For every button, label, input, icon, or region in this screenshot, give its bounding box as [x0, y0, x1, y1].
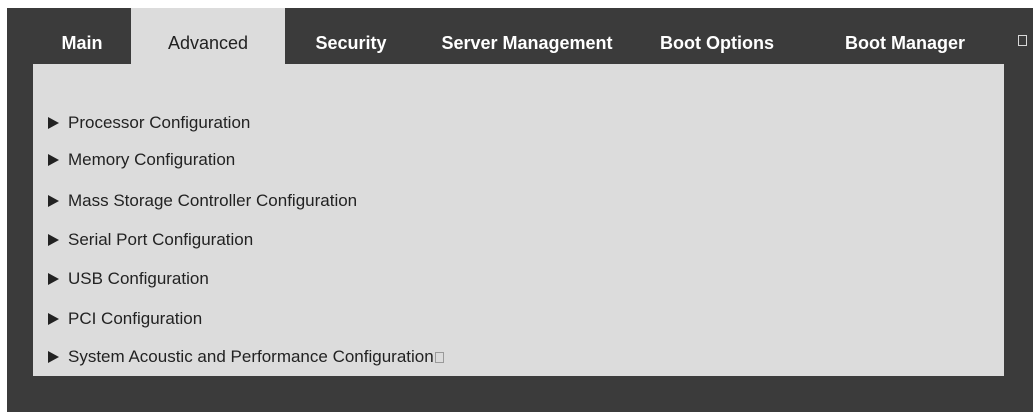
advanced-menu-panel: Processor Configuration Memory Configura… [33, 64, 1004, 376]
triangle-right-icon [48, 351, 59, 363]
box-icon [434, 352, 444, 363]
tab-server-management[interactable]: Server Management [429, 8, 625, 64]
tab-boot-manager[interactable]: Boot Manager [833, 8, 977, 64]
bios-setup-screen: Main Advanced Security Server Management… [7, 8, 1033, 412]
menu-item-pci-configuration[interactable]: PCI Configuration [48, 304, 202, 334]
tab-advanced[interactable]: Advanced [131, 8, 285, 64]
menu-item-label: System Acoustic and Performance Configur… [68, 347, 434, 366]
menu-item-memory-configuration[interactable]: Memory Configuration [48, 145, 235, 175]
triangle-right-icon [48, 313, 59, 325]
triangle-right-icon [48, 154, 59, 166]
triangle-right-icon [48, 273, 59, 285]
menu-item-usb-configuration[interactable]: USB Configuration [48, 264, 209, 294]
tab-bar: Main Advanced Security Server Management… [7, 8, 1033, 64]
menu-item-serial-port-configuration[interactable]: Serial Port Configuration [48, 225, 253, 255]
tab-boot-options[interactable]: Boot Options [650, 8, 784, 64]
triangle-right-icon [48, 234, 59, 246]
menu-item-label: Mass Storage Controller Configuration [68, 191, 358, 210]
tab-security[interactable]: Security [300, 8, 402, 64]
box-icon [1018, 35, 1027, 46]
menu-item-system-acoustic-and-performance-configuration[interactable]: System Acoustic and Performance Configur… [48, 342, 444, 372]
triangle-right-icon [48, 195, 59, 207]
menu-item-label: PCI Configuration [68, 309, 203, 328]
triangle-right-icon [48, 117, 59, 129]
menu-item-processor-configuration[interactable]: Processor Configuration [48, 108, 250, 138]
menu-item-label: Serial Port Configuration [68, 230, 254, 249]
menu-item-label: Memory Configuration [68, 150, 236, 169]
menu-item-label: USB Configuration [68, 269, 209, 288]
menu-item-label: Processor Configuration [68, 113, 251, 132]
menu-item-mass-storage-controller-configuration[interactable]: Mass Storage Controller Configuration [48, 186, 357, 216]
tab-main[interactable]: Main [50, 8, 114, 64]
